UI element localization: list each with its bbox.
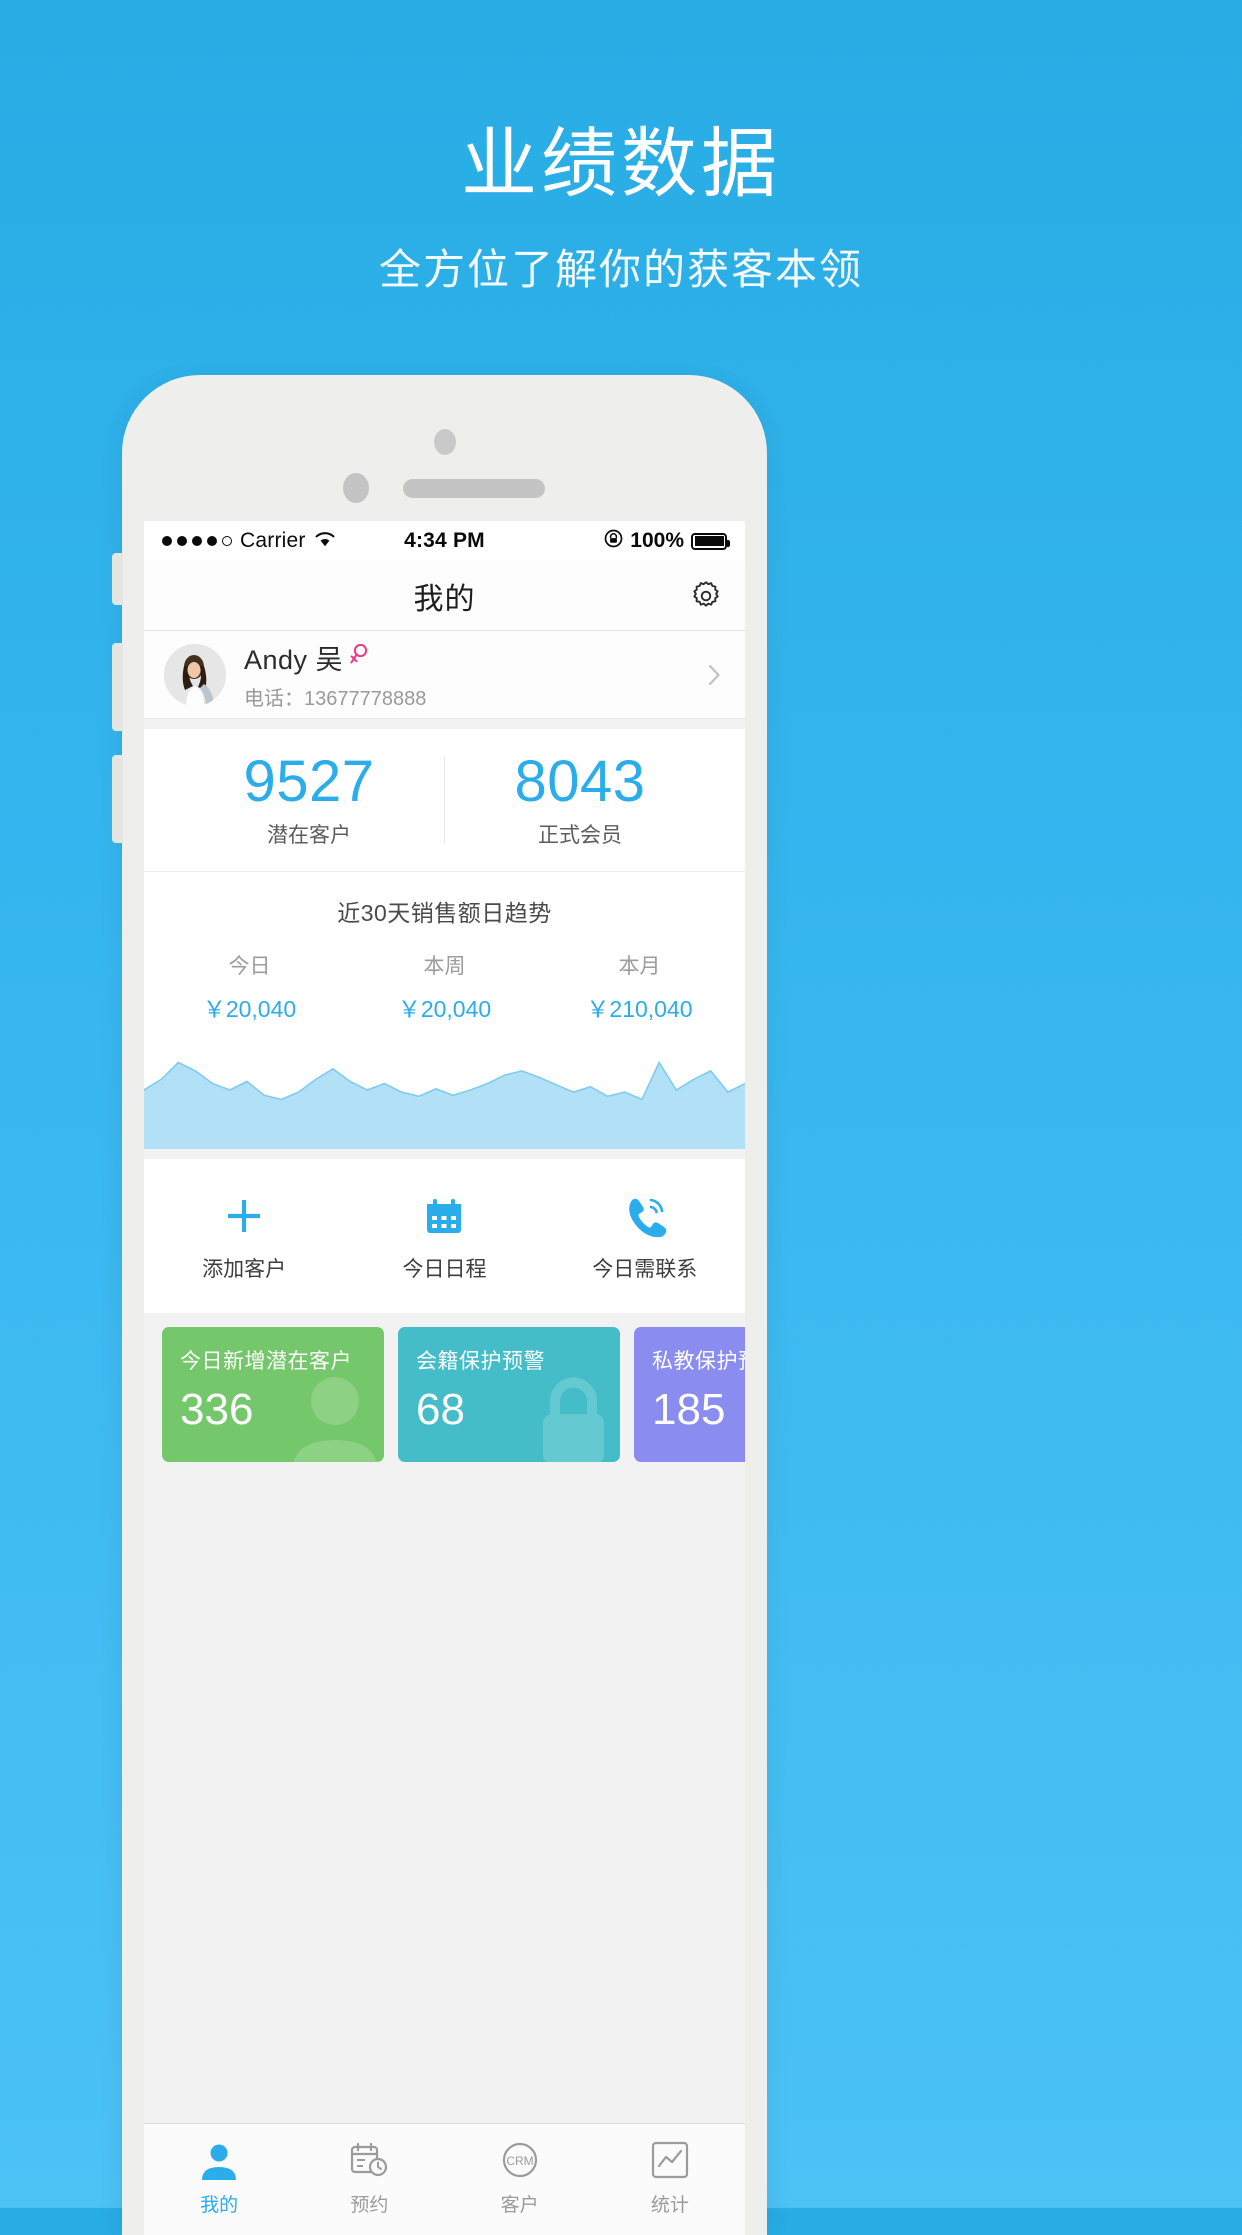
profile-name-row: Andy 吴 [244, 638, 426, 677]
plus-icon [144, 1193, 344, 1239]
profile-phone: 电话：13677778888 [244, 688, 427, 710]
chart-svg [144, 1060, 745, 1149]
profile-name: Andy 吴 [244, 645, 344, 675]
trend-value: ￥20,040 [202, 996, 297, 1022]
metric-card-membership-alert[interactable]: 会籍保护预警 68 [398, 1327, 620, 1462]
trend-value: ￥210,040 [586, 996, 693, 1022]
metric-cards-scroller[interactable]: 今日新增潜在客户 336 会籍保护预警 68 私教保护 185 [144, 1327, 745, 1462]
metric-card-pt-alert[interactable]: 私教保护预警 185 [634, 1327, 745, 1462]
calendar-clock-icon [294, 2136, 444, 2184]
tab-mine[interactable]: 我的 [144, 2136, 294, 2235]
volume-down-button [112, 755, 123, 843]
trend-summary-row: 今日 ￥20,040 本周 ￥20,040 本月 ￥210,040 [144, 928, 745, 1034]
stat-formal-members[interactable]: 8043 正式会员 [445, 751, 715, 849]
action-label: 今日日程 [402, 1258, 487, 1281]
metric-label: 私教保护预警 [652, 1350, 745, 1373]
svg-text:CRM: CRM [506, 2154, 533, 2168]
chart-area-fill [144, 1062, 745, 1149]
stat-value: 9527 [243, 749, 375, 814]
trend-title-wrap: 近30天销售额日趋势 [144, 871, 745, 928]
metric-label: 会籍保护预警 [416, 1350, 545, 1373]
volume-up-button [112, 643, 123, 731]
page-title: 业绩数据 [461, 122, 781, 207]
metric-value: 185 [652, 1385, 726, 1434]
stat-potential-customers[interactable]: 9527 潜在客户 [174, 751, 444, 849]
promo-header: 业绩数据 全方位了解你的获客本领 [0, 0, 1242, 296]
metric-label: 今日新增潜在客户 [180, 1350, 352, 1373]
chart-icon [595, 2136, 745, 2184]
action-label: 今日需联系 [592, 1258, 698, 1281]
trend-today[interactable]: 今日 ￥20,040 [152, 950, 347, 1024]
stats-card: 9527 潜在客户 8043 正式会员 近30天销售额日趋势 今日 ￥20,04… [144, 729, 745, 1149]
tab-label: 统计 [650, 2195, 689, 2216]
sales-trend-area-chart [144, 1034, 745, 1149]
trend-label: 今日 [228, 955, 271, 978]
metric-value: 68 [416, 1385, 465, 1434]
action-contact-today[interactable]: 今日需联系 [545, 1193, 745, 1283]
trend-value: ￥20,040 [397, 996, 492, 1022]
page-subtitle: 全方位了解你的获客本领 [378, 246, 863, 293]
phone-call-icon [545, 1193, 745, 1239]
avatar [164, 643, 226, 706]
crm-icon: CRM [445, 2136, 595, 2184]
stats-row: 9527 潜在客户 8043 正式会员 [144, 751, 745, 871]
person-icon [144, 2136, 294, 2184]
proximity-sensor-icon [343, 473, 369, 503]
tab-label: 我的 [200, 2195, 239, 2216]
quick-actions-row: 添加客户 今日日程 今日需联系 [144, 1159, 745, 1313]
stat-value: 8043 [514, 749, 646, 814]
stat-label: 潜在客户 [267, 824, 351, 847]
tab-appointments[interactable]: 预约 [294, 2136, 444, 2235]
phone-screen: Carrier 4:34 PM 100% 我的 Andy 吴 电话：136777… [144, 521, 745, 2235]
chevron-right-icon [708, 664, 721, 691]
tab-bar: 我的 预约 CRM 客户 统计 [144, 2123, 745, 2235]
trend-label: 本周 [423, 955, 466, 978]
action-today-schedule[interactable]: 今日日程 [344, 1193, 544, 1283]
navigation-bar: 我的 [144, 561, 745, 631]
trend-month[interactable]: 本月 ￥210,040 [542, 950, 737, 1024]
gear-icon[interactable] [689, 579, 723, 618]
front-camera-icon [433, 429, 456, 455]
metric-card-new-leads[interactable]: 今日新增潜在客户 336 [162, 1327, 384, 1462]
trend-title: 近30天销售额日趋势 [337, 900, 552, 926]
action-add-customer[interactable]: 添加客户 [144, 1193, 344, 1283]
tab-label: 客户 [500, 2195, 539, 2216]
status-bar-time: 4:34 PM [404, 529, 485, 552]
profile-text: Andy 吴 电话：13677778888 [244, 638, 426, 711]
status-bar: Carrier 4:34 PM 100% [144, 521, 745, 561]
trend-week[interactable]: 本周 ￥20,040 [347, 950, 542, 1024]
nav-title: 我的 [413, 582, 476, 616]
calendar-icon [344, 1193, 544, 1239]
tab-customers[interactable]: CRM 客户 [445, 2136, 595, 2235]
female-icon [349, 643, 368, 672]
tab-statistics[interactable]: 统计 [595, 2136, 745, 2235]
earpiece-speaker [403, 479, 545, 498]
stat-label: 正式会员 [538, 824, 622, 847]
action-label: 添加客户 [202, 1258, 287, 1281]
phone-device-mockup: Carrier 4:34 PM 100% 我的 Andy 吴 电话：136777… [112, 375, 767, 2235]
silent-switch [112, 553, 123, 605]
tab-label: 预约 [350, 2195, 389, 2216]
battery-icon [691, 532, 730, 550]
profile-row[interactable]: Andy 吴 电话：13677778888 [144, 631, 745, 719]
metric-value: 336 [180, 1385, 254, 1434]
trend-label: 本月 [618, 955, 661, 978]
